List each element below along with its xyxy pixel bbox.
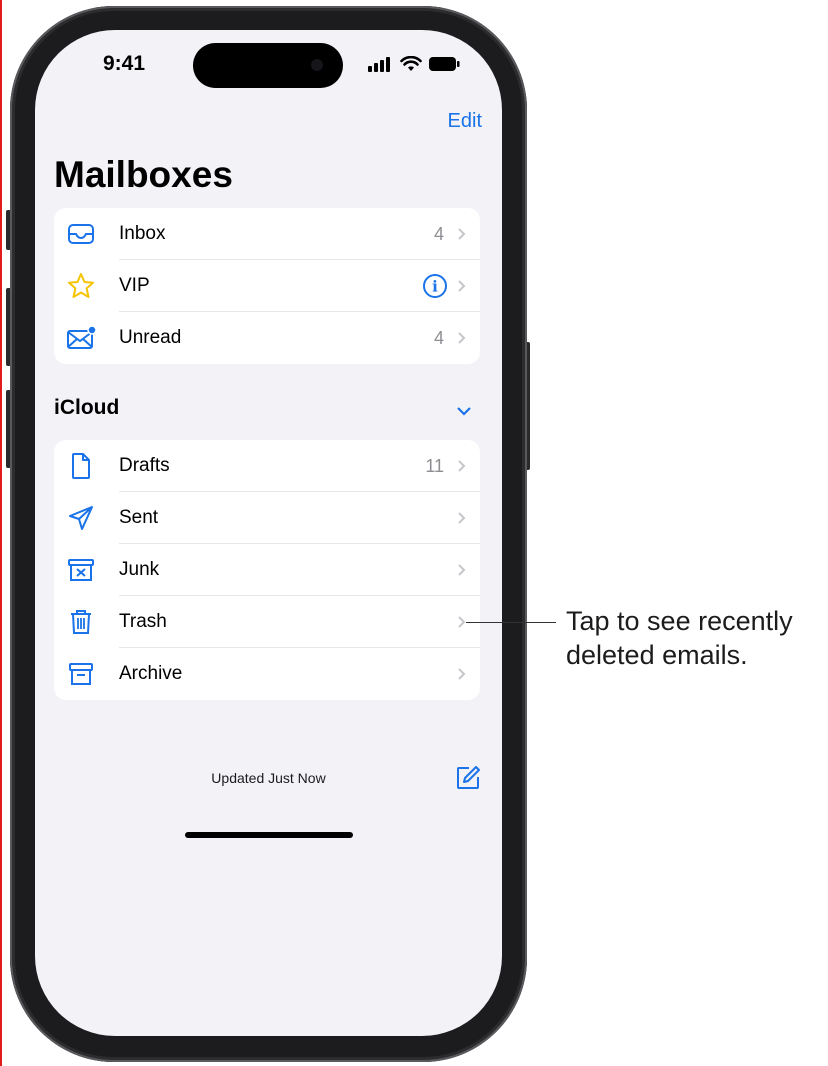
mailbox-count: 4 [433, 223, 444, 244]
mailbox-row-archive[interactable]: Archive [54, 648, 480, 700]
favorites-mailbox-group: Inbox 4 VIP i Unread 4 [54, 208, 480, 364]
battery-icon [429, 57, 460, 71]
mailbox-label: Inbox [119, 223, 166, 244]
mailbox-row-inbox[interactable]: Inbox 4 [54, 208, 480, 260]
info-icon[interactable]: i [422, 273, 448, 299]
left-edge-line [0, 0, 2, 1066]
mailbox-label: Sent [119, 507, 159, 528]
status-icons [368, 56, 460, 72]
archive-box-icon [69, 663, 93, 685]
icloud-section-header[interactable]: iCloud [54, 396, 119, 420]
compose-icon[interactable] [455, 765, 481, 791]
chevron-right-icon [458, 332, 466, 344]
callout-line [466, 622, 556, 623]
paperplane-icon [69, 506, 93, 530]
chevron-right-icon [458, 280, 466, 292]
tray-icon [68, 224, 94, 244]
icloud-mailbox-group: Drafts 11 Sent Junk Trash Archive [54, 440, 480, 700]
page-title: Mailboxes [54, 154, 233, 195]
mailbox-row-trash[interactable]: Trash [54, 596, 480, 648]
callout-line-1: Tap to see recently [566, 606, 793, 636]
status-time: 9:41 [103, 52, 146, 75]
mailbox-label: Junk [119, 559, 160, 580]
camera-icon [311, 59, 323, 71]
update-status: Updated Just Now [211, 770, 326, 786]
callout-line-2: deleted emails. [566, 640, 748, 670]
chevron-right-icon [458, 668, 466, 680]
callout-text: Tap to see recently deleted emails. [566, 604, 793, 672]
star-icon [68, 273, 94, 298]
chevron-right-icon [458, 616, 466, 628]
signal-icon [368, 57, 390, 72]
home-indicator [185, 832, 353, 838]
junk-bin-icon [68, 559, 94, 581]
chevron-right-icon [458, 460, 466, 472]
chevron-right-icon [458, 228, 466, 240]
mailbox-row-unread[interactable]: Unread 4 [54, 312, 480, 364]
mailbox-row-junk[interactable]: Junk [54, 544, 480, 596]
wifi-icon [400, 56, 422, 71]
mailbox-label: Trash [119, 611, 167, 632]
chevron-right-icon [458, 564, 466, 576]
chevron-right-icon [458, 512, 466, 524]
chevron-down-icon[interactable] [456, 406, 472, 416]
mailbox-row-vip[interactable]: VIP i [54, 260, 480, 312]
unread-envelope-icon [67, 325, 96, 349]
mailbox-label: Unread [119, 327, 182, 348]
svg-text:i: i [432, 278, 438, 296]
mailbox-count: 11 [425, 455, 444, 476]
mailbox-row-drafts[interactable]: Drafts 11 [54, 440, 480, 492]
mailbox-label: Drafts [119, 455, 170, 476]
document-icon [72, 453, 90, 479]
phone-screen: 9:41 Edit Mailboxes Inbox 4 VIP i Unread… [35, 30, 502, 1036]
dynamic-island [193, 43, 343, 88]
mailbox-count: 4 [433, 327, 444, 348]
mailbox-label: VIP [119, 275, 150, 296]
mailbox-row-sent[interactable]: Sent [54, 492, 480, 544]
edit-button[interactable]: Edit [448, 110, 482, 133]
mailbox-label: Archive [119, 663, 183, 684]
trash-icon [71, 610, 91, 634]
